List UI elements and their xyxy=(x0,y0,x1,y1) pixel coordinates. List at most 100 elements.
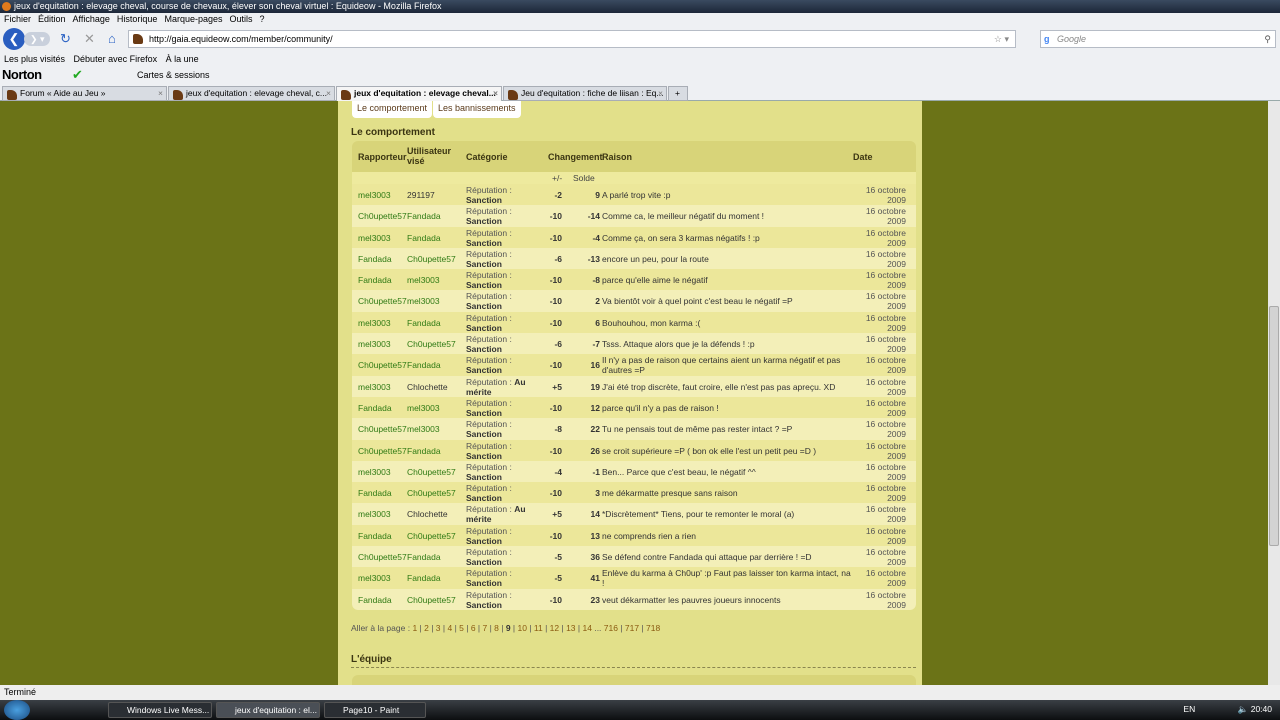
start-button[interactable] xyxy=(4,700,30,720)
target-user[interactable]: Fandada xyxy=(407,318,441,328)
target-user[interactable]: Fandada xyxy=(407,360,441,370)
target-user[interactable]: mel3003 xyxy=(407,296,440,306)
tab-fiche-liisan[interactable]: Jeu d'equitation : fiche de liisan : Eq.… xyxy=(503,86,667,101)
target-user[interactable]: Ch0upette57 xyxy=(407,595,456,605)
close-tab-icon[interactable]: × xyxy=(326,87,331,100)
bookmark-most-visited[interactable]: Les plus visités xyxy=(4,54,65,64)
reporter-link[interactable]: Ch0upette57 xyxy=(358,424,407,434)
back-button[interactable]: ❮ xyxy=(3,28,25,50)
target-user[interactable]: Ch0upette57 xyxy=(407,254,456,264)
page-link-3[interactable]: 3 xyxy=(436,623,441,633)
reporter-link[interactable]: mel3003 xyxy=(358,573,391,583)
menu-edition[interactable]: Édition xyxy=(38,14,66,24)
close-tab-icon[interactable]: × xyxy=(493,87,498,100)
page-link-8[interactable]: 8 xyxy=(494,623,499,633)
category-prefix: Réputation : xyxy=(466,376,512,387)
menu-affichage[interactable]: Affichage xyxy=(73,14,110,24)
table-row: mel3003 Fandada Réputation : Sanction -5… xyxy=(352,567,916,589)
scrollbar-thumb[interactable] xyxy=(1269,306,1279,546)
target-user[interactable]: Fandada xyxy=(407,552,441,562)
date: 16 octobre 2009 xyxy=(865,461,906,482)
target-user[interactable]: Fandada xyxy=(407,573,441,583)
norton-brand[interactable]: Norton xyxy=(2,66,42,84)
date: 16 octobre 2009 xyxy=(865,525,906,546)
volume-icon[interactable]: 🔈 xyxy=(1238,704,1249,714)
bookmark-headlines[interactable]: À la une xyxy=(166,54,199,64)
reporter-link[interactable]: mel3003 xyxy=(358,339,391,349)
close-tab-icon[interactable]: × xyxy=(658,87,663,100)
reporter-link[interactable]: Ch0upette57 xyxy=(358,211,407,221)
reporter-link[interactable]: mel3003 xyxy=(358,318,391,328)
reporter-link[interactable]: mel3003 xyxy=(358,382,391,392)
reporter-link[interactable]: Fandada xyxy=(358,254,392,264)
bookmark-getting-started[interactable]: Débuter avec Firefox xyxy=(74,54,158,64)
scrollbar[interactable] xyxy=(1268,101,1280,685)
bookmark-star-icon[interactable]: ☆ ▾ xyxy=(994,31,1009,47)
reporter-link[interactable]: Ch0upette57 xyxy=(358,552,407,562)
page-link-13[interactable]: 13 xyxy=(566,623,575,633)
search-icon[interactable]: ⚲ xyxy=(1264,31,1271,47)
page-link-718[interactable]: 718 xyxy=(646,623,660,633)
menu-outils[interactable]: Outils xyxy=(230,14,253,24)
menu-fichier[interactable]: Fichier xyxy=(4,14,31,24)
task-paint[interactable]: Page10 - Paint xyxy=(324,702,426,718)
menu-marque-pages[interactable]: Marque-pages xyxy=(164,14,222,24)
menu-help[interactable]: ? xyxy=(260,14,265,24)
subtab-comportement[interactable]: Le comportement xyxy=(352,101,433,118)
reporter-link[interactable]: Fandada xyxy=(358,275,392,285)
reporter-link[interactable]: Fandada xyxy=(358,403,392,413)
page-link-10[interactable]: 10 xyxy=(518,623,527,633)
target-user[interactable]: mel3003 xyxy=(407,424,440,434)
forward-button[interactable]: ❯ ▾ xyxy=(24,32,50,46)
cards-sessions-button[interactable]: Cartes & sessions xyxy=(137,66,210,84)
reporter-link[interactable]: Fandada xyxy=(358,531,392,541)
page-link-7[interactable]: 7 xyxy=(482,623,487,633)
page-link-1[interactable]: 1 xyxy=(412,623,417,633)
reporter-link[interactable]: mel3003 xyxy=(358,233,391,243)
reporter-link[interactable]: mel3003 xyxy=(358,190,391,200)
reporter-link[interactable]: Fandada xyxy=(358,488,392,498)
reporter-link[interactable]: Ch0upette57 xyxy=(358,446,407,456)
page-link-12[interactable]: 12 xyxy=(550,623,559,633)
reporter-link[interactable]: Fandada xyxy=(358,595,392,605)
task-firefox[interactable]: jeux d'equitation : el... xyxy=(216,702,320,718)
tab-equideow-active[interactable]: jeux d'equitation : elevage cheval... × xyxy=(336,86,502,102)
reporter-link[interactable]: mel3003 xyxy=(358,467,391,477)
target-user[interactable]: Fandada xyxy=(407,233,441,243)
reload-icon[interactable]: ↻ xyxy=(60,31,71,47)
tab-equideow-1[interactable]: jeux d'equitation : elevage cheval, c...… xyxy=(168,86,335,101)
target-user[interactable]: Fandada xyxy=(407,446,441,456)
page-link-14[interactable]: 14 xyxy=(582,623,591,633)
reporter-link[interactable]: mel3003 xyxy=(358,509,391,519)
reporter-link[interactable]: Ch0upette57 xyxy=(358,296,407,306)
tab-forum[interactable]: Forum « Aide au Jeu » × xyxy=(2,86,167,101)
search-input[interactable]: g Google ⚲ xyxy=(1040,30,1276,48)
new-tab-button[interactable]: + xyxy=(668,86,688,101)
page-link-2[interactable]: 2 xyxy=(424,623,429,633)
page-link-9[interactable]: 9 xyxy=(506,623,511,633)
task-windows-live[interactable]: Windows Live Mess... xyxy=(108,702,212,718)
target-user[interactable]: mel3003 xyxy=(407,403,440,413)
stop-icon[interactable]: ✕ xyxy=(84,31,95,47)
target-user[interactable]: Ch0upette57 xyxy=(407,488,456,498)
language-indicator[interactable]: EN xyxy=(1183,704,1195,714)
target-user[interactable]: Fandada xyxy=(407,211,441,221)
page-link-6[interactable]: 6 xyxy=(471,623,476,633)
url-bar[interactable]: http://gaia.equideow.com/member/communit… xyxy=(128,30,1016,48)
target-user[interactable]: mel3003 xyxy=(407,275,440,285)
home-icon[interactable]: ⌂ xyxy=(108,31,116,46)
target-user[interactable]: Ch0upette57 xyxy=(407,339,456,349)
page-link-717[interactable]: 717 xyxy=(625,623,639,633)
subtab-bannissements[interactable]: Les bannissements xyxy=(433,101,521,118)
page-link-4[interactable]: 4 xyxy=(447,623,452,633)
page-link-11[interactable]: 11 xyxy=(534,623,543,633)
page-link-5[interactable]: 5 xyxy=(459,623,464,633)
norton-check-icon[interactable]: ✔ xyxy=(72,66,83,84)
target-user[interactable]: Ch0upette57 xyxy=(407,467,456,477)
menu-historique[interactable]: Historique xyxy=(117,14,158,24)
change-value: -10 xyxy=(549,296,562,307)
page-link-716[interactable]: 716 xyxy=(604,623,618,633)
close-tab-icon[interactable]: × xyxy=(158,87,163,100)
reporter-link[interactable]: Ch0upette57 xyxy=(358,360,407,370)
target-user[interactable]: Ch0upette57 xyxy=(407,531,456,541)
